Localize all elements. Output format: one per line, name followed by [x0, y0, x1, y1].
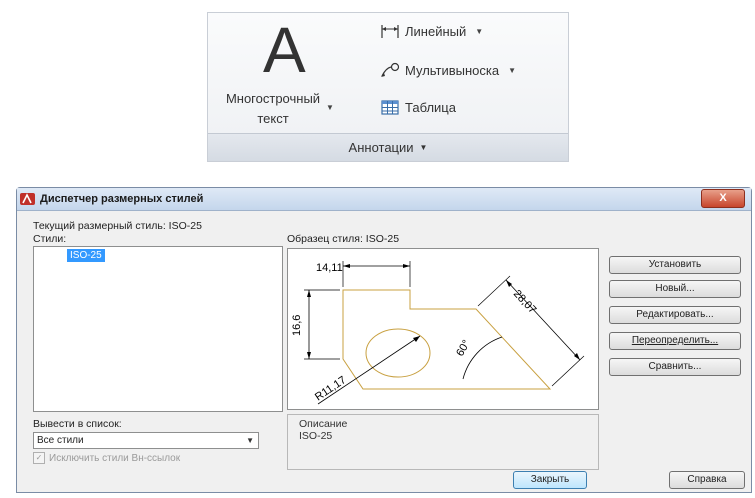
dialog-titlebar[interactable]: Диспетчер размерных стилей X [17, 188, 751, 211]
multileader-dropdown-arrow[interactable]: ▼ [508, 66, 516, 75]
set-current-button[interactable]: Установить [609, 256, 741, 274]
dim-text-left: 16,6 [291, 315, 303, 336]
multiline-text-icon[interactable]: A [263, 18, 306, 82]
linear-dimension-icon [380, 23, 400, 39]
description-value: ISO-25 [299, 430, 333, 442]
list-filter-select[interactable]: Все стили ▼ [33, 432, 259, 449]
style-preview-panel: 14,11 16,6 28,07 60° R11,17 [287, 248, 599, 410]
exclude-xrefs-checkbox[interactable]: ✓ [33, 452, 45, 464]
style-list-item-iso25[interactable]: ISO-25 [67, 249, 105, 262]
multileader-label: Мультивыноска [405, 62, 500, 78]
new-style-button[interactable]: Новый... [609, 280, 741, 298]
dim-text-top: 14,11 [316, 262, 343, 274]
multiline-text-dropdown-arrow[interactable]: ▼ [326, 103, 334, 112]
description-label: Описание [299, 418, 348, 430]
preview-drawing: 14,11 16,6 28,07 60° R11,17 [291, 261, 585, 405]
multileader-button[interactable]: Мультивыноска ▼ [380, 62, 516, 78]
table-icon [380, 99, 400, 115]
table-label: Таблица [405, 99, 456, 115]
preview-label: Образец стиля: ISO-25 [287, 233, 400, 245]
description-panel: Описание ISO-25 [287, 414, 599, 470]
close-dialog-button[interactable]: Закрыть [513, 471, 587, 489]
multiline-text-button[interactable]: Многострочный текст [218, 89, 328, 129]
styles-list[interactable]: ISO-25 [33, 246, 283, 412]
linear-dimension-button[interactable]: Линейный ▼ [380, 23, 483, 39]
table-button[interactable]: Таблица [380, 99, 456, 115]
dim-text-diagonal: 28,07 [511, 288, 539, 316]
autocad-app-icon [20, 192, 36, 206]
dim-text-angle: 60° [454, 338, 473, 358]
compare-styles-button[interactable]: Сравнить... [609, 358, 741, 376]
chevron-down-icon[interactable]: ▼ [246, 433, 254, 448]
close-window-button[interactable]: X [701, 189, 745, 208]
modify-style-button[interactable]: Редактировать... [609, 306, 741, 324]
list-filter-label: Вывести в список: [33, 418, 122, 430]
dim-text-radius: R11,17 [313, 374, 348, 403]
linear-dimension-dropdown-arrow[interactable]: ▼ [475, 27, 483, 36]
panel-expand-arrow[interactable]: ▼ [420, 143, 428, 152]
exclude-xrefs-option[interactable]: ✓ Исключить стили Вн-ссылок [33, 452, 180, 464]
help-button[interactable]: Справка [669, 471, 745, 489]
dialog-title: Диспетчер размерных стилей [40, 193, 204, 205]
current-style-label: Текущий размерный стиль: ISO-25 [33, 220, 202, 232]
styles-label: Стили: [33, 233, 67, 245]
list-filter-value: Все стили [37, 435, 84, 446]
multileader-icon [380, 62, 400, 78]
annotation-ribbon-panel: A Многострочный текст ▼ Линейный ▼ Мульт… [207, 12, 569, 162]
override-style-button[interactable]: Переопределить... [609, 332, 741, 350]
panel-title: Аннотации [348, 140, 414, 155]
linear-dimension-label: Линейный [405, 23, 467, 39]
exclude-xrefs-label: Исключить стили Вн-ссылок [49, 452, 181, 464]
annotation-panel-title-bar[interactable]: Аннотации ▼ [208, 133, 568, 161]
dimension-style-manager-dialog: Диспетчер размерных стилей X Текущий раз… [16, 187, 752, 493]
